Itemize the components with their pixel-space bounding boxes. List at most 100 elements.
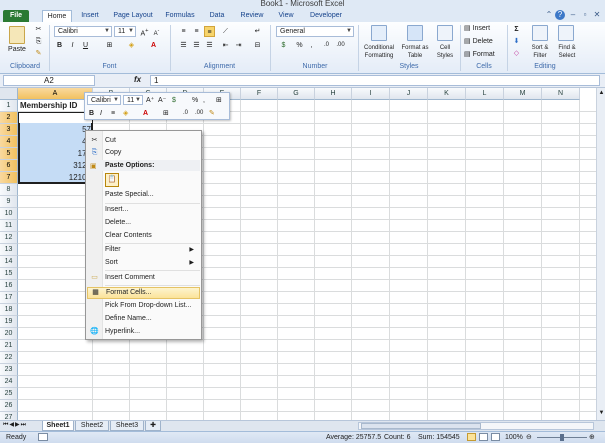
- menu-item-insert[interactable]: Insert...: [87, 204, 200, 216]
- italic-icon[interactable]: I: [100, 109, 102, 118]
- align-bottom-icon[interactable]: ≡: [204, 26, 215, 37]
- column-header[interactable]: I: [352, 88, 390, 100]
- page-break-view-icon[interactable]: [491, 433, 500, 441]
- comma-style-icon[interactable]: ,: [203, 96, 205, 105]
- increase-indent-icon[interactable]: ⇥: [233, 40, 244, 51]
- row-header[interactable]: 22: [0, 352, 18, 364]
- close-icon[interactable]: ✕: [592, 10, 602, 20]
- cell-a5[interactable]: 175: [18, 148, 93, 160]
- autosum-icon[interactable]: Σ: [511, 24, 522, 35]
- menu-item-hyperlink[interactable]: 🌐 Hyperlink...: [87, 326, 200, 338]
- decrease-decimal-icon[interactable]: .00: [195, 109, 203, 118]
- align-center-icon[interactable]: ≡: [111, 109, 115, 118]
- percent-icon[interactable]: %: [294, 40, 305, 51]
- row-header[interactable]: 11: [0, 220, 18, 232]
- paste-button[interactable]: Paste: [4, 46, 30, 54]
- font-name-combo[interactable]: Calibri ▼: [54, 26, 112, 37]
- cut-icon[interactable]: ✂: [33, 24, 44, 35]
- row-header[interactable]: 14: [0, 256, 18, 268]
- delete-cells-button[interactable]: ▤ Delete: [464, 38, 504, 46]
- copy-icon[interactable]: ⎘: [33, 36, 44, 47]
- scroll-up-icon[interactable]: ▲: [598, 90, 605, 98]
- column-header[interactable]: H: [315, 88, 352, 100]
- vertical-scrollbar[interactable]: ▲ ▼: [596, 88, 605, 420]
- row-header[interactable]: 1: [0, 100, 18, 112]
- sheet-tab-3[interactable]: Sheet3: [110, 421, 144, 431]
- row-header[interactable]: 23: [0, 364, 18, 376]
- row-header[interactable]: 4: [0, 136, 18, 148]
- increase-decimal-icon[interactable]: .0: [183, 109, 188, 118]
- zoom-slider-thumb[interactable]: [560, 434, 564, 441]
- tab-review[interactable]: Review: [237, 10, 267, 22]
- row-header[interactable]: 24: [0, 376, 18, 388]
- cell-styles-button[interactable]: Cell Styles: [432, 44, 458, 60]
- percent-icon[interactable]: %: [192, 96, 198, 105]
- menu-item-filter[interactable]: Filter ▶: [87, 244, 200, 256]
- shrink-font-icon[interactable]: A⁻: [158, 96, 166, 105]
- paste-icon[interactable]: [9, 26, 25, 44]
- menu-item-sort[interactable]: Sort ▶: [87, 257, 200, 269]
- row-header[interactable]: 25: [0, 388, 18, 400]
- tab-home[interactable]: Home: [42, 10, 72, 22]
- brush-icon[interactable]: ✎: [209, 109, 215, 118]
- column-header[interactable]: A: [18, 88, 93, 100]
- number-format-combo[interactable]: General ▼: [276, 26, 354, 37]
- mini-size-combo[interactable]: 11 ▼: [123, 95, 143, 105]
- row-header[interactable]: 21: [0, 340, 18, 352]
- format-painter-icon[interactable]: ✎: [33, 48, 44, 59]
- scroll-down-icon[interactable]: ▼: [598, 410, 605, 418]
- row-header[interactable]: 19: [0, 316, 18, 328]
- sheet-tab-2[interactable]: Sheet2: [75, 421, 109, 431]
- bold-icon[interactable]: B: [89, 109, 94, 118]
- column-header[interactable]: F: [241, 88, 278, 100]
- format-cells-ribbon-button[interactable]: ▤ Format: [464, 51, 504, 59]
- select-all-corner[interactable]: [0, 88, 18, 100]
- insert-function-icon[interactable]: fx: [134, 75, 141, 84]
- menu-item-format-cells[interactable]: ▦ Format Cells...: [87, 287, 200, 299]
- row-header[interactable]: 5: [0, 148, 18, 160]
- decrease-decimal-icon[interactable]: .00: [335, 40, 346, 51]
- row-header[interactable]: 27: [0, 412, 18, 420]
- menu-item-copy[interactable]: ⎘ Copy: [87, 147, 200, 159]
- column-header[interactable]: G: [278, 88, 315, 100]
- clear-icon[interactable]: ◇: [511, 48, 522, 59]
- row-header[interactable]: 20: [0, 328, 18, 340]
- menu-item-pick-list[interactable]: Pick From Drop-down List...: [87, 300, 200, 312]
- formula-input[interactable]: 1: [150, 75, 600, 86]
- row-header[interactable]: 13: [0, 244, 18, 256]
- row-header[interactable]: 15: [0, 268, 18, 280]
- row-header[interactable]: 26: [0, 400, 18, 412]
- page-layout-view-icon[interactable]: [479, 433, 488, 441]
- align-right-icon[interactable]: ☰: [204, 40, 215, 51]
- align-top-icon[interactable]: ≡: [178, 26, 189, 37]
- name-box[interactable]: A2: [3, 75, 95, 86]
- bold-icon[interactable]: B: [54, 40, 65, 51]
- sheet-nav-arrows-icon[interactable]: ⏮◀▶⏭: [3, 421, 27, 429]
- fill-icon[interactable]: ⬇: [511, 36, 522, 47]
- menu-item-define-name[interactable]: Define Name...: [87, 313, 200, 325]
- menu-item-paste-special[interactable]: Paste Special...: [87, 189, 200, 201]
- column-header[interactable]: M: [504, 88, 542, 100]
- align-middle-icon[interactable]: ≡: [191, 26, 202, 37]
- row-header[interactable]: 16: [0, 280, 18, 292]
- conditional-formatting-button[interactable]: Conditional Formatting: [360, 44, 398, 60]
- conditional-formatting-icon[interactable]: [371, 25, 387, 41]
- tab-insert[interactable]: Insert: [77, 10, 103, 22]
- horizontal-scroll-thumb[interactable]: [361, 423, 481, 429]
- menu-item-clear-contents[interactable]: Clear Contents: [87, 230, 200, 242]
- fill-color-icon[interactable]: ◈: [126, 40, 137, 51]
- paste-option-icon[interactable]: 📋: [105, 173, 119, 187]
- find-select-icon[interactable]: [558, 25, 574, 41]
- tab-developer[interactable]: Developer: [306, 10, 346, 22]
- cell-a7[interactable]: 12105: [18, 172, 93, 184]
- sort-filter-icon[interactable]: [532, 25, 548, 41]
- font-color-icon[interactable]: A: [143, 109, 148, 118]
- cell-a6[interactable]: 3120: [18, 160, 93, 172]
- zoom-out-icon[interactable]: ⊖: [526, 432, 532, 443]
- borders-icon[interactable]: ⊞: [163, 109, 169, 118]
- minimize-icon[interactable]: –: [568, 10, 578, 20]
- row-header[interactable]: 12: [0, 232, 18, 244]
- active-cell[interactable]: [19, 113, 92, 123]
- row-header[interactable]: 10: [0, 208, 18, 220]
- currency-icon[interactable]: $: [172, 96, 176, 105]
